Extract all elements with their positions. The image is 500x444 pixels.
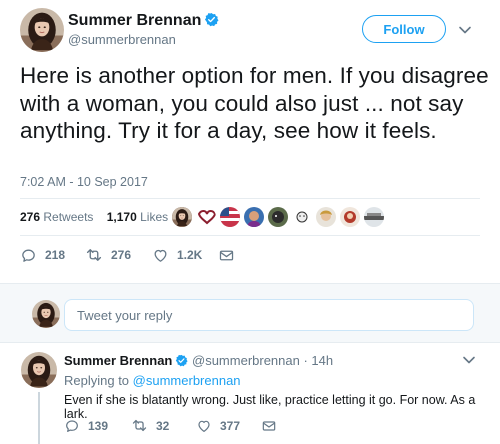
- retweets-label: Retweets: [43, 210, 94, 224]
- likes-label: Likes: [140, 210, 169, 224]
- retweet-action[interactable]: 276: [85, 246, 140, 264]
- liker-avatar[interactable]: [292, 207, 312, 227]
- direct-message-icon[interactable]: [261, 418, 277, 434]
- reply-author-avatar[interactable]: [21, 352, 57, 388]
- like-heart-icon[interactable]: [152, 247, 169, 264]
- like-action[interactable]: 377: [196, 418, 251, 434]
- likes-count: 1,170: [106, 210, 137, 224]
- thread-line: [38, 392, 40, 444]
- replying-prefix: Replying to: [64, 373, 130, 388]
- liker-avatar[interactable]: [316, 207, 336, 227]
- replying-to-link[interactable]: @summerbrennan: [133, 373, 241, 388]
- viewer-avatar: [32, 300, 60, 328]
- direct-message-action[interactable]: [261, 418, 277, 434]
- liker-avatar[interactable]: [244, 207, 264, 227]
- reply-action[interactable]: 218: [20, 247, 75, 264]
- reply-count: 139: [88, 418, 109, 433]
- reply-count: 218: [45, 248, 66, 262]
- divider: [20, 235, 480, 236]
- replying-to: Replying to @summerbrennan: [64, 373, 241, 388]
- tweet-timestamp[interactable]: 7:02 AM - 10 Sep 2017: [20, 175, 148, 189]
- divider: [20, 198, 480, 199]
- verified-badge-icon: [175, 354, 188, 367]
- author-avatar[interactable]: [20, 8, 64, 52]
- reply-time[interactable]: · 14h: [303, 353, 333, 368]
- retweet-icon[interactable]: [131, 417, 148, 434]
- reply-author-handle[interactable]: @summerbrennan: [192, 353, 300, 368]
- reply-action[interactable]: 139: [64, 418, 119, 434]
- liker-avatar[interactable]: [172, 207, 192, 227]
- liker-avatar[interactable]: [196, 207, 216, 227]
- retweet-count: 276: [111, 248, 132, 262]
- engagement-stats: 276 Retweets 1,170 Likes: [20, 210, 168, 224]
- like-count: 377: [220, 418, 241, 433]
- likes-stat[interactable]: 1,170 Likes: [107, 210, 168, 224]
- retweet-icon[interactable]: [85, 246, 103, 264]
- author-handle[interactable]: @summerbrennan: [68, 32, 176, 47]
- direct-message-action[interactable]: [218, 247, 235, 264]
- retweet-action[interactable]: 32: [131, 417, 186, 434]
- liker-avatar[interactable]: [340, 207, 360, 227]
- retweets-stat[interactable]: 276 Retweets: [20, 210, 93, 224]
- reply-author-name[interactable]: Summer Brennan: [64, 353, 172, 368]
- author-name-text[interactable]: Summer Brennan: [68, 12, 201, 29]
- like-action[interactable]: 1.2K: [152, 247, 212, 264]
- reply-author-line: Summer Brennan @summerbrennan · 14h: [64, 353, 333, 368]
- like-count: 1.2K: [177, 248, 203, 262]
- follow-button[interactable]: Follow: [362, 15, 446, 43]
- direct-message-icon[interactable]: [218, 247, 235, 264]
- liker-avatar[interactable]: [364, 207, 384, 227]
- liker-avatar[interactable]: [268, 207, 288, 227]
- tweet-action-bar: 218 276 1.2K: [20, 246, 235, 264]
- retweet-count: 32: [156, 418, 170, 433]
- like-heart-icon[interactable]: [196, 418, 212, 434]
- retweets-count: 276: [20, 210, 41, 224]
- tweet-text: Here is another option for men. If you d…: [20, 63, 489, 143]
- reply-icon[interactable]: [20, 247, 37, 264]
- reply-action-bar: 139 32 377: [64, 417, 277, 434]
- verified-badge-icon: [204, 12, 219, 27]
- chevron-down-icon[interactable]: [462, 355, 476, 365]
- reply-input[interactable]: Tweet your reply: [64, 299, 474, 331]
- liker-avatar[interactable]: [220, 207, 240, 227]
- reply-icon[interactable]: [64, 418, 80, 434]
- author-name[interactable]: Summer Brennan: [68, 12, 219, 30]
- chevron-down-icon[interactable]: [458, 25, 472, 35]
